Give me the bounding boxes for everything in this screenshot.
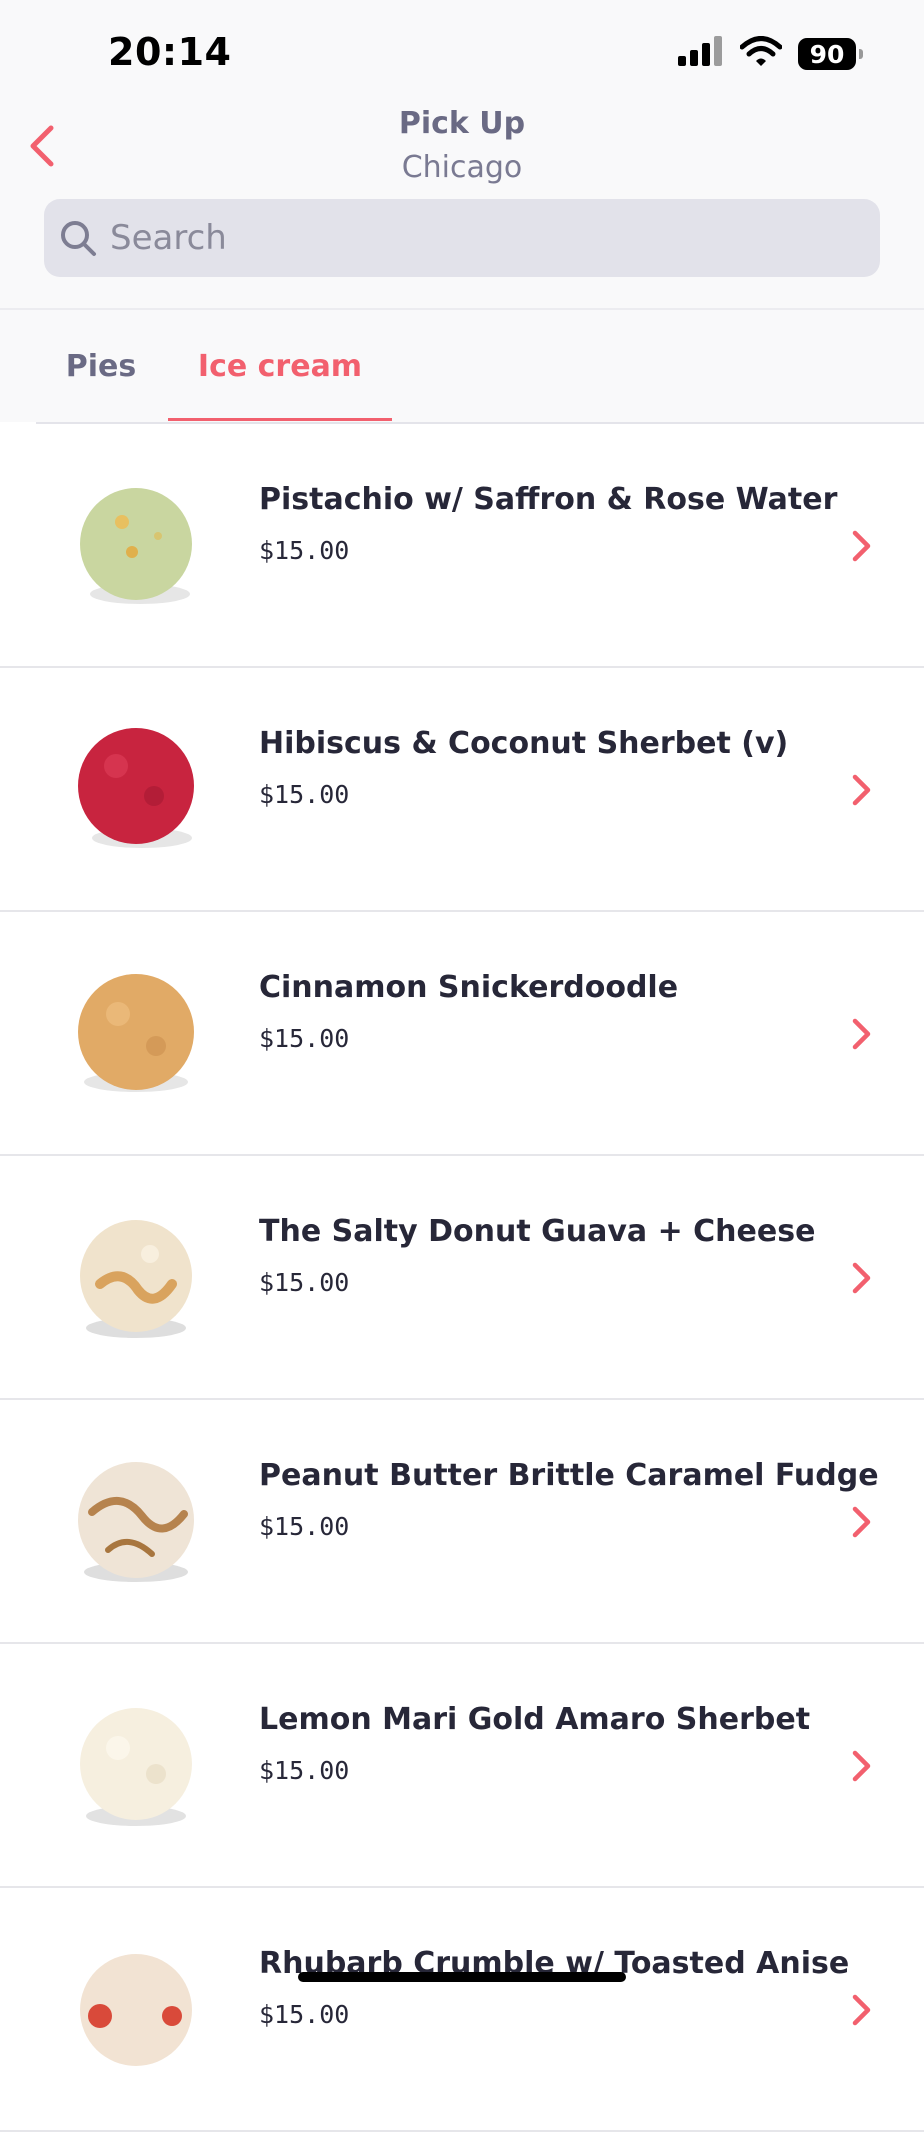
list-item[interactable]: Cinnamon Snickerdoodle $15.00 bbox=[0, 912, 924, 1156]
product-price: $15.00 bbox=[259, 1268, 350, 1297]
list-item[interactable]: Peanut Butter Brittle Caramel Fudge $15.… bbox=[0, 1400, 924, 1644]
list-item[interactable]: Rhubarb Crumble w/ Toasted Anise $15.00 bbox=[0, 1888, 924, 2132]
search-input[interactable] bbox=[108, 217, 852, 259]
product-name: Pistachio w/ Saffron & Rose Water bbox=[259, 482, 838, 517]
category-tabs: Pies Ice cream bbox=[0, 310, 924, 422]
chevron-right-icon bbox=[850, 772, 874, 808]
list-item[interactable]: Pistachio w/ Saffron & Rose Water $15.00 bbox=[0, 424, 924, 668]
product-price: $15.00 bbox=[259, 1756, 350, 1785]
chevron-right-icon bbox=[850, 528, 874, 564]
home-indicator bbox=[298, 1972, 626, 1982]
status-time: 20:14 bbox=[108, 30, 232, 74]
product-price: $15.00 bbox=[259, 536, 350, 565]
list-item[interactable]: Hibiscus & Coconut Sherbet (v) $15.00 bbox=[0, 668, 924, 912]
chevron-right-icon bbox=[850, 1016, 874, 1052]
product-image bbox=[72, 1702, 200, 1830]
chevron-right-icon bbox=[850, 1748, 874, 1784]
signal-icon bbox=[678, 36, 724, 72]
product-name: Cinnamon Snickerdoodle bbox=[259, 970, 679, 1005]
chevron-right-icon bbox=[850, 1260, 874, 1296]
product-image bbox=[72, 1458, 200, 1586]
active-tab-indicator bbox=[168, 418, 392, 421]
wifi-icon bbox=[739, 36, 783, 72]
product-name: Peanut Butter Brittle Caramel Fudge bbox=[259, 1458, 879, 1493]
status-icons: 90 bbox=[678, 36, 863, 72]
product-price: $15.00 bbox=[259, 1512, 350, 1541]
product-price: $15.00 bbox=[259, 2000, 350, 2029]
product-name: The Salty Donut Guava + Cheese bbox=[259, 1214, 816, 1249]
battery-icon: 90 bbox=[798, 38, 863, 70]
list-item[interactable]: Lemon Mari Gold Amaro Sherbet $15.00 bbox=[0, 1644, 924, 1888]
product-name: Hibiscus & Coconut Sherbet (v) bbox=[259, 726, 789, 761]
product-image bbox=[72, 970, 200, 1098]
product-image bbox=[72, 726, 200, 854]
chevron-right-icon bbox=[850, 1504, 874, 1540]
tab-ice-cream[interactable]: Ice cream bbox=[168, 310, 392, 422]
product-image bbox=[72, 1946, 200, 2074]
location-subtitle: Chicago bbox=[401, 150, 523, 185]
list-item[interactable]: The Salty Donut Guava + Cheese $15.00 bbox=[0, 1156, 924, 1400]
product-price: $15.00 bbox=[259, 780, 350, 809]
chevron-right-icon bbox=[850, 1992, 874, 2028]
product-image bbox=[72, 1214, 200, 1342]
tab-pies[interactable]: Pies bbox=[36, 310, 166, 422]
product-image bbox=[72, 482, 200, 610]
product-name: Lemon Mari Gold Amaro Sherbet bbox=[259, 1702, 811, 1737]
search-bar[interactable] bbox=[44, 199, 880, 277]
search-icon bbox=[56, 216, 100, 260]
top-bar: 20:14 90 Pick Up Chicago bbox=[0, 0, 924, 308]
product-list: Pistachio w/ Saffron & Rose Water $15.00… bbox=[0, 424, 924, 2132]
page-title: Pick Up bbox=[398, 106, 526, 141]
product-price: $15.00 bbox=[259, 1024, 350, 1053]
